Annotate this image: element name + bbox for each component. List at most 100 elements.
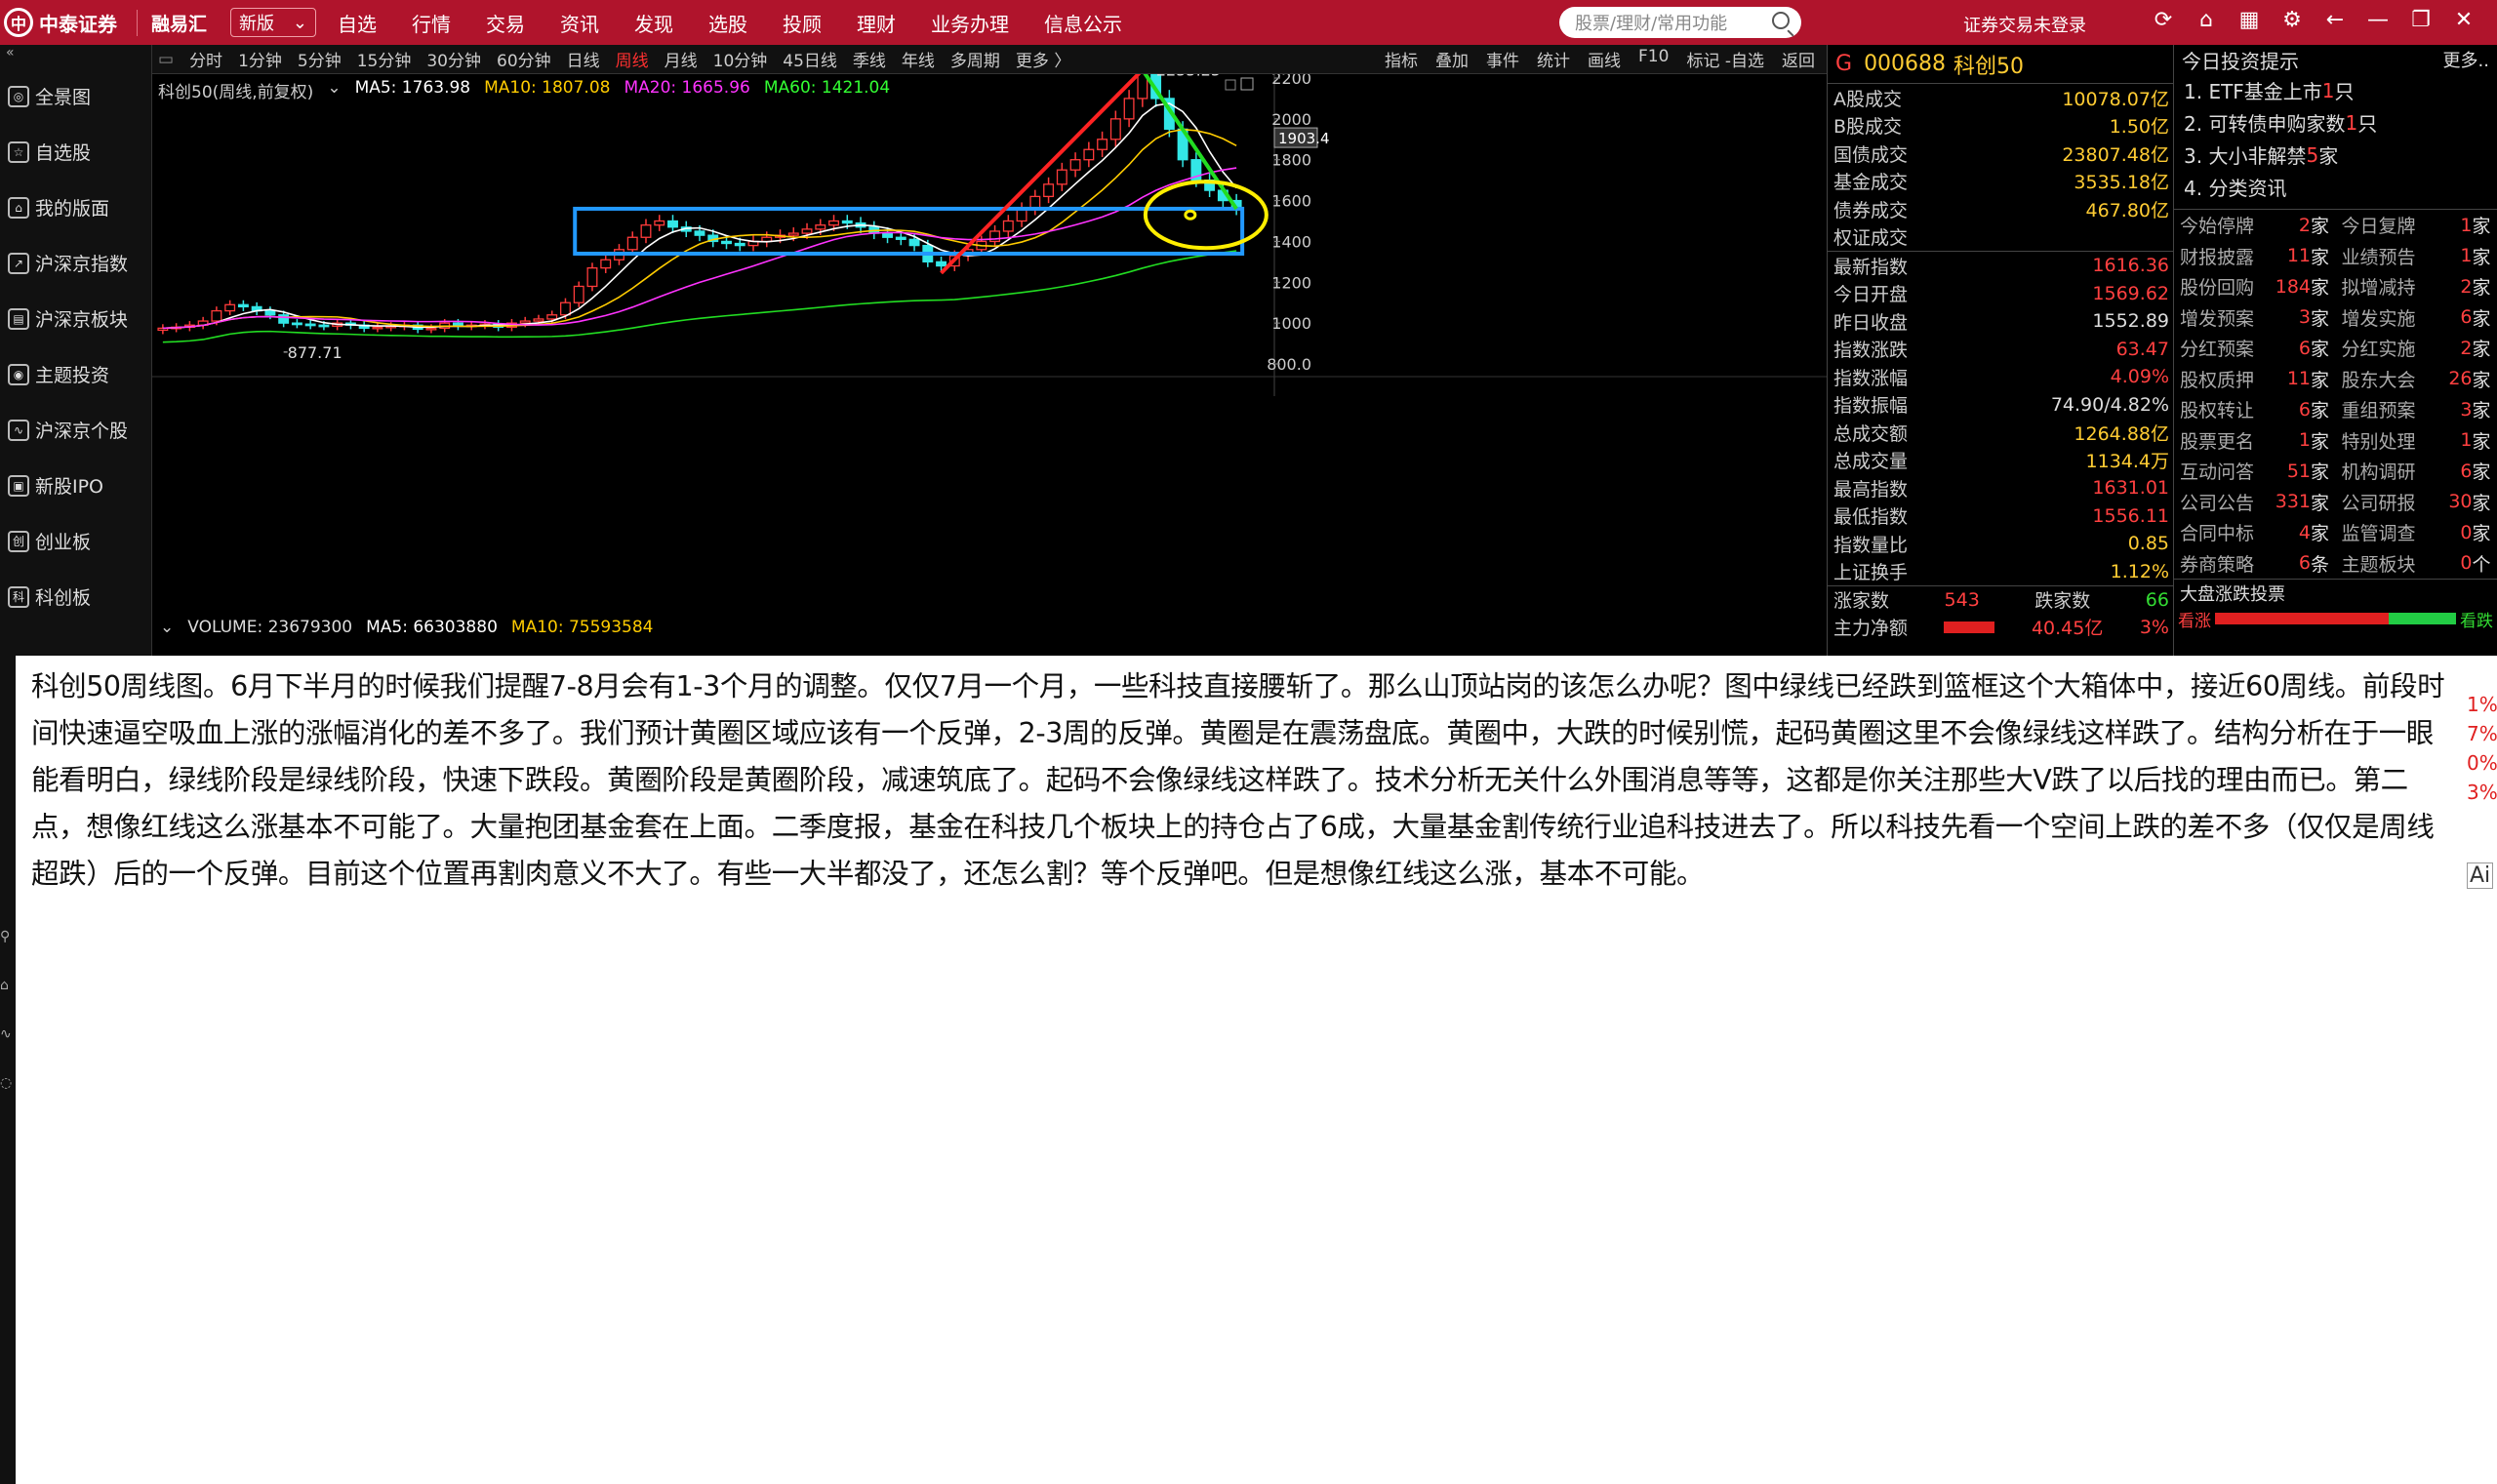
sidebar-item-watchlist[interactable]: ☆ 自选股: [0, 124, 151, 180]
login-status[interactable]: 证券交易未登录: [1963, 12, 2086, 37]
period-tab[interactable]: 45日线: [783, 47, 837, 71]
search-icon[interactable]: [1772, 12, 1790, 29]
version-select[interactable]: 新版 ⌄: [230, 8, 317, 37]
period-tab[interactable]: 10分钟: [713, 47, 768, 71]
menu-item[interactable]: 交易: [486, 9, 525, 37]
grid-icon[interactable]: ▦: [2228, 8, 2271, 32]
tip-item[interactable]: 1. ETF基金上市 1 只: [2174, 74, 2497, 106]
sidebar-item-ipo[interactable]: ▣ 新股IPO: [0, 458, 151, 513]
chevron-icon[interactable]: ⌄: [160, 618, 174, 637]
menu-item[interactable]: 资讯: [560, 9, 599, 37]
vote-bar[interactable]: 看涨 看跌: [2174, 606, 2497, 631]
tool-button[interactable]: 统计: [1537, 47, 1570, 71]
stat-cell[interactable]: 特别处理 1 家: [2336, 427, 2497, 454]
tool-icon[interactable]: ⚲: [0, 929, 10, 944]
menu-item[interactable]: 自选: [338, 9, 377, 37]
search-input[interactable]: 股票/理财/常用功能: [1559, 7, 1801, 38]
stat-cell[interactable]: 重组预案 3 家: [2336, 396, 2497, 422]
menu-item[interactable]: 选股: [708, 9, 747, 37]
tool-button[interactable]: 画线: [1588, 47, 1621, 71]
period-tab[interactable]: 月线: [665, 47, 698, 71]
stat-cell[interactable]: 监管调查 0 家: [2336, 519, 2497, 545]
stat-cell[interactable]: 主题板块 0 个: [2336, 550, 2497, 577]
stat-cell[interactable]: 股东大会 26 家: [2336, 366, 2497, 392]
menu-item[interactable]: 行情: [412, 9, 451, 37]
more-link[interactable]: 更多..: [2443, 47, 2489, 72]
back-icon[interactable]: ←: [2314, 8, 2356, 32]
refresh-icon[interactable]: ⟳: [2142, 8, 2185, 32]
index-code: 000688: [1864, 52, 1947, 76]
period-tab[interactable]: 多周期: [950, 47, 1000, 71]
kline-chart[interactable]: 2200200018001600140012001000800.01903.42…: [152, 61, 1827, 656]
chevron-icon[interactable]: ⌄: [327, 78, 341, 102]
volume-label: VOLUME: 23679300: [187, 618, 353, 637]
stat-cell[interactable]: 股权转让 6 家: [2174, 396, 2336, 422]
stat-cell[interactable]: 股份回购 184 家: [2174, 273, 2336, 300]
period-tab[interactable]: 更多 〉: [1016, 47, 1070, 71]
candle-body: [318, 324, 330, 328]
tool-button[interactable]: 标记 -自选: [1686, 47, 1764, 71]
stat-label: 今日开盘: [1833, 284, 1909, 306]
period-tab[interactable]: 季线: [853, 47, 886, 71]
tip-item[interactable]: 4. 分类资讯: [2174, 171, 2497, 203]
period-tab-active[interactable]: 周线: [616, 47, 649, 71]
tool-icon[interactable]: ⌂: [0, 978, 9, 993]
stat-cell[interactable]: 公司研报 30 家: [2336, 489, 2497, 515]
stat-cell[interactable]: 分红预案 6 家: [2174, 335, 2336, 361]
period-tab[interactable]: 5分钟: [298, 47, 342, 71]
minimize-icon[interactable]: —: [2356, 8, 2399, 32]
stat-cell[interactable]: 股票更名 1 家: [2174, 427, 2336, 454]
sidebar-item-panorama[interactable]: ◎ 全景图: [0, 68, 151, 124]
tip-item[interactable]: 3. 大小非解禁 5 家: [2174, 139, 2497, 171]
stat-cell[interactable]: 合同中标 4 家: [2174, 519, 2336, 545]
tool-button[interactable]: 事件: [1486, 47, 1519, 71]
tool-button[interactable]: 叠加: [1435, 47, 1469, 71]
index-name: 科创50: [1953, 54, 2025, 79]
stat-cell[interactable]: 券商策略 6 条: [2174, 550, 2336, 577]
restore-icon[interactable]: ❐: [2399, 8, 2442, 32]
shirt-icon[interactable]: ⌂: [2185, 8, 2228, 32]
tool-icon[interactable]: ∿: [0, 1026, 12, 1042]
period-tab[interactable]: 30分钟: [426, 47, 481, 71]
stat-cell[interactable]: 业绩预告 1 家: [2336, 243, 2497, 269]
sidebar-item-theme[interactable]: ◉ 主题投资: [0, 346, 151, 402]
tip-item[interactable]: 2. 可转债申购家数 1 只: [2174, 106, 2497, 139]
stat-cell[interactable]: 机构调研 6 家: [2336, 458, 2497, 484]
period-tab[interactable]: 日线: [567, 47, 600, 71]
sidebar-item-star[interactable]: 科科创板: [0, 569, 151, 624]
stat-cell[interactable]: 股权质押 11 家: [2174, 366, 2336, 392]
stat-cell[interactable]: 公司公告 331 家: [2174, 489, 2336, 515]
sidebar-item-my-layout[interactable]: ⌂ 我的版面: [0, 180, 151, 235]
ai-icon[interactable]: Ai: [2467, 862, 2494, 889]
stat-cell[interactable]: 拟增减持 2 家: [2336, 273, 2497, 300]
tool-button[interactable]: F10: [1638, 47, 1669, 71]
period-tab[interactable]: 60分钟: [497, 47, 551, 71]
period-tab[interactable]: 1分钟: [238, 47, 282, 71]
period-tab[interactable]: 15分钟: [357, 47, 412, 71]
chevron-down-icon: ⌄: [292, 12, 308, 33]
stat-cell[interactable]: 今始停牌 2 家: [2174, 212, 2336, 238]
period-tab[interactable]: 分时: [189, 47, 222, 71]
stat-cell[interactable]: 互动问答 51 家: [2174, 458, 2336, 484]
menu-item[interactable]: 发现: [634, 9, 673, 37]
stat-cell[interactable]: 分红实施 2 家: [2336, 335, 2497, 361]
stat-cell[interactable]: 增发预案 3 家: [2174, 304, 2336, 331]
menu-item[interactable]: 信息公示: [1044, 9, 1122, 37]
close-icon[interactable]: ✕: [2442, 8, 2485, 32]
tool-button[interactable]: 指标: [1385, 47, 1418, 71]
menu-item[interactable]: 投顾: [783, 9, 822, 37]
collapse-icon[interactable]: «: [0, 45, 151, 68]
tool-icon[interactable]: ◌: [0, 1075, 12, 1091]
sidebar-item-gem[interactable]: 创创业板: [0, 513, 151, 569]
sidebar-item-sectors[interactable]: ▤ 沪深京板块: [0, 291, 151, 346]
sidebar-item-stocks[interactable]: ∿ 沪深京个股: [0, 402, 151, 458]
stat-cell[interactable]: 增发实施 6 家: [2336, 304, 2497, 331]
sidebar-item-index[interactable]: ↗ 沪深京指数: [0, 235, 151, 291]
menu-item[interactable]: 业务办理: [931, 9, 1009, 37]
tool-button[interactable]: 返回: [1782, 47, 1815, 71]
stat-cell[interactable]: 今日复牌 1 家: [2336, 212, 2497, 238]
stat-cell[interactable]: 财报披露 11 家: [2174, 243, 2336, 269]
settings-icon[interactable]: ⚙: [2271, 8, 2314, 32]
period-tab[interactable]: 年线: [902, 47, 935, 71]
menu-item[interactable]: 理财: [857, 9, 896, 37]
